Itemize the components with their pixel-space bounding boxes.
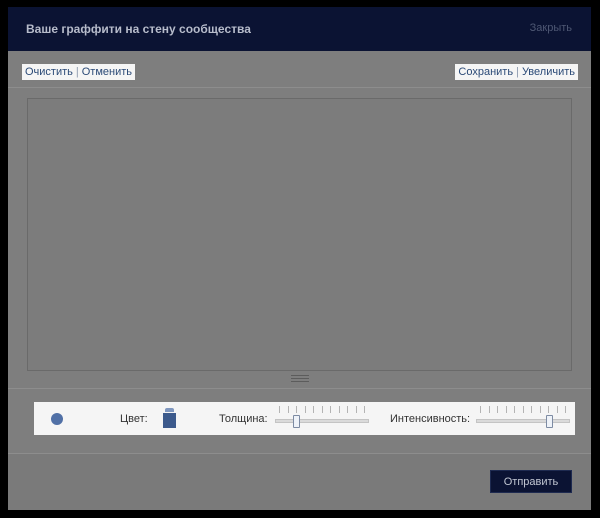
slider-tick — [539, 406, 541, 413]
slider-track — [275, 419, 369, 423]
slider-tick — [531, 406, 532, 413]
slider-tick — [522, 406, 524, 413]
slider-tick — [548, 406, 549, 413]
send-button[interactable]: Отправить — [490, 470, 572, 493]
paint-can-body — [163, 413, 176, 428]
clear-button[interactable]: Очистить — [25, 66, 73, 78]
paint-can-icon[interactable] — [162, 408, 177, 429]
dialog-title: Ваше граффити на стену сообщества — [26, 22, 251, 36]
slider-tick — [338, 406, 340, 413]
zoom-button[interactable]: Увеличить — [522, 66, 575, 78]
intensity-label: Интенсивность: — [390, 413, 471, 425]
slider-tick — [313, 406, 314, 413]
thickness-slider[interactable] — [275, 406, 369, 431]
slider-tick — [347, 406, 348, 413]
toolbar-separator: | — [516, 66, 519, 78]
thickness-slider-thumb[interactable] — [293, 415, 301, 428]
intensity-slider-thumb[interactable] — [545, 415, 553, 428]
controls-divider — [8, 388, 591, 389]
slider-tick — [497, 406, 498, 413]
color-label: Цвет: — [120, 413, 148, 425]
graffiti-dialog: Ваше граффити на стену сообщества Закрыт… — [8, 7, 591, 510]
slider-tick — [488, 406, 490, 413]
slider-tick — [287, 406, 289, 413]
intensity-slider[interactable] — [476, 406, 570, 431]
close-button[interactable]: Закрыть — [530, 22, 572, 34]
slider-track — [476, 419, 570, 423]
slider-tick — [330, 406, 331, 413]
toolbar-separator: | — [75, 66, 79, 78]
slider-tick — [565, 406, 566, 413]
slider-tick — [355, 406, 357, 413]
brush-preview-icon — [51, 413, 63, 425]
slider-ticks — [480, 406, 566, 414]
thickness-label: Толщина: — [219, 413, 268, 425]
save-button[interactable]: Сохранить — [458, 66, 513, 78]
slider-tick — [364, 406, 365, 413]
slider-tick — [321, 406, 323, 413]
slider-tick — [304, 406, 306, 413]
undo-button[interactable]: Отменить — [82, 66, 132, 78]
slider-tick — [556, 406, 558, 413]
slider-tick — [505, 406, 507, 413]
file-toolbar: Сохранить | Увеличить — [455, 64, 578, 80]
slider-tick — [279, 406, 280, 413]
resize-grip-icon[interactable] — [291, 375, 309, 384]
edit-toolbar: Очистить | Отменить — [22, 64, 136, 80]
dialog-titlebar: Ваше граффити на стену сообщества Закрыт… — [8, 7, 591, 51]
slider-tick — [514, 406, 515, 413]
paint-can-lid — [165, 408, 174, 412]
slider-tick — [480, 406, 481, 413]
drawing-canvas[interactable] — [27, 98, 572, 371]
toolbar-divider — [8, 87, 591, 88]
slider-tick — [296, 406, 297, 413]
slider-ticks — [279, 406, 365, 414]
brush-controls: Цвет: Толщина: Интенсивность: — [34, 402, 575, 435]
